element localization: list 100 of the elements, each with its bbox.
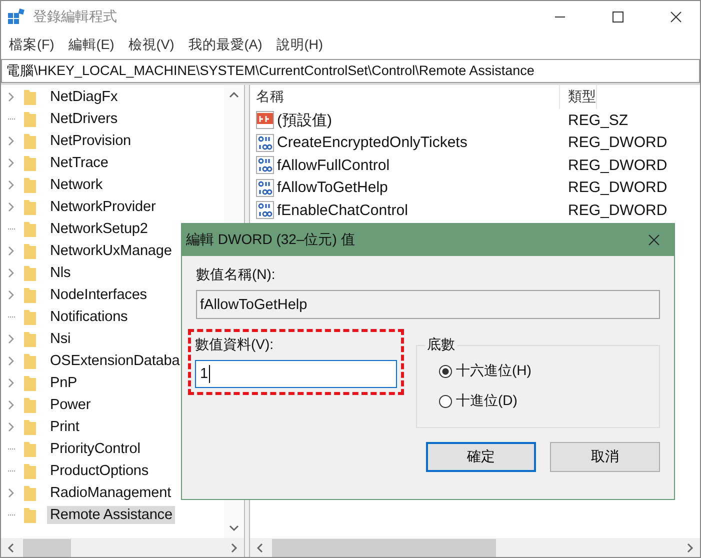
tree-item[interactable]: PriorityControl bbox=[47, 440, 144, 458]
chevron-icon[interactable] bbox=[7, 356, 15, 366]
folder-icon bbox=[23, 176, 37, 194]
tree-item[interactable]: OSExtensionDataba bbox=[47, 352, 183, 370]
radio-label[interactable]: 十進位(D) bbox=[456, 392, 518, 410]
scroll-left-icon[interactable] bbox=[7, 542, 15, 552]
chevron-icon[interactable] bbox=[7, 378, 15, 388]
folder-icon bbox=[23, 88, 37, 106]
value-name[interactable]: fEnableChatControl bbox=[277, 202, 408, 219]
tree-item[interactable]: Remote Assistance bbox=[47, 506, 176, 524]
folder-icon bbox=[23, 506, 37, 524]
chevron-icon[interactable] bbox=[7, 180, 15, 190]
folder-icon bbox=[23, 440, 37, 458]
tree-item[interactable]: NetTrace bbox=[47, 154, 112, 172]
field-label: 數值資料(V): bbox=[195, 336, 275, 354]
value-type: REG_DWORD bbox=[567, 202, 668, 219]
value-data-field[interactable]: 1 bbox=[195, 360, 397, 388]
folder-icon bbox=[23, 352, 37, 370]
horizontal-scrollbar[interactable] bbox=[1, 538, 244, 557]
address-bar[interactable]: 電腦\HKEY_LOCAL_MACHINE\SYSTEM\CurrentControlSet\Control\Remote Assistance bbox=[1, 59, 700, 83]
chevron-icon[interactable] bbox=[7, 334, 15, 344]
tree-item[interactable]: Notifications bbox=[47, 308, 131, 326]
folder-icon bbox=[23, 198, 37, 216]
tree-item[interactable]: PnP bbox=[47, 374, 80, 392]
tree-item[interactable]: Nsi bbox=[47, 330, 74, 348]
folder-icon bbox=[23, 154, 37, 172]
chevron-icon[interactable] bbox=[7, 246, 15, 256]
radio-option[interactable]: 十六進位(H) bbox=[439, 356, 659, 386]
tree-item[interactable]: NetworkSetup2 bbox=[47, 220, 151, 238]
folder-icon bbox=[23, 242, 37, 260]
chevron-icon[interactable] bbox=[7, 290, 15, 300]
folder-icon bbox=[23, 264, 37, 282]
value-name-field[interactable]: fAllowToGetHelp bbox=[196, 290, 660, 319]
radio-option[interactable]: 十進位(D) bbox=[439, 386, 659, 416]
menu-item[interactable]: 我的最愛(A) bbox=[188, 36, 262, 54]
chevron-icon[interactable] bbox=[7, 158, 15, 168]
chevron-icon[interactable] bbox=[7, 202, 15, 212]
scroll-left-icon[interactable] bbox=[256, 542, 264, 552]
folder-icon bbox=[23, 110, 37, 128]
tree-item[interactable]: NetworkUxManage bbox=[47, 242, 175, 260]
column-header[interactable]: 名稱 bbox=[250, 85, 560, 109]
folder-icon bbox=[23, 308, 37, 326]
menu-item[interactable]: 說明(H) bbox=[276, 36, 323, 54]
binary-value-icon bbox=[256, 134, 274, 152]
binary-value-icon bbox=[256, 178, 274, 197]
scroll-down-icon[interactable] bbox=[229, 524, 239, 532]
tree-item[interactable]: NetProvision bbox=[47, 132, 134, 150]
scroll-up-icon[interactable] bbox=[229, 91, 239, 99]
menu-item[interactable]: 檔案(F) bbox=[9, 36, 54, 54]
chevron-icon[interactable] bbox=[7, 422, 15, 432]
tree-item[interactable]: RadioManagement bbox=[47, 484, 174, 502]
tree-item[interactable]: NetworkProvider bbox=[47, 198, 159, 216]
tree-item[interactable]: Network bbox=[47, 176, 106, 194]
close-icon[interactable] bbox=[648, 234, 660, 246]
chevron-icon[interactable] bbox=[7, 92, 15, 102]
dialog-title: 編輯 DWORD (32–位元) 值 bbox=[186, 231, 355, 249]
radio-label[interactable]: 十六進位(H) bbox=[456, 362, 532, 380]
chevron-icon[interactable] bbox=[7, 268, 15, 278]
value-name[interactable]: CreateEncryptedOnlyTickets bbox=[277, 134, 468, 152]
tree-item[interactable]: NetDiagFx bbox=[47, 88, 121, 106]
value-name[interactable]: fAllowToGetHelp bbox=[277, 179, 388, 196]
string-value-icon bbox=[256, 111, 274, 130]
scroll-right-icon[interactable] bbox=[686, 542, 694, 552]
value-name[interactable]: fAllowFullControl bbox=[277, 156, 390, 174]
tree-item[interactable]: NetDrivers bbox=[47, 110, 120, 128]
folder-icon bbox=[23, 220, 37, 238]
tree-item[interactable]: Power bbox=[47, 396, 94, 414]
radio-button[interactable] bbox=[439, 364, 452, 378]
tree-item[interactable]: Nls bbox=[47, 264, 74, 282]
scroll-thumb[interactable] bbox=[23, 538, 71, 556]
value-type: REG_SZ bbox=[567, 112, 628, 129]
folder-icon bbox=[23, 286, 37, 304]
horizontal-scrollbar[interactable] bbox=[250, 538, 700, 557]
tree-item[interactable]: NodeInterfaces bbox=[47, 286, 150, 304]
folder-icon bbox=[23, 418, 37, 436]
ok-button[interactable]: 確定 bbox=[426, 442, 536, 472]
value-type: REG_DWORD bbox=[567, 179, 668, 196]
folder-icon bbox=[23, 330, 37, 348]
column-header[interactable]: 類型 bbox=[560, 85, 597, 109]
scroll-right-icon[interactable] bbox=[230, 542, 238, 552]
radio-button[interactable] bbox=[439, 394, 452, 408]
window-title: 登錄編輯程式 bbox=[33, 8, 117, 26]
folder-icon bbox=[23, 484, 37, 502]
binary-value-icon bbox=[256, 201, 274, 220]
value-name[interactable]: (預設值) bbox=[277, 110, 332, 130]
folder-icon bbox=[23, 132, 37, 150]
menu-item[interactable]: 檢視(V) bbox=[128, 36, 174, 54]
menu-item[interactable]: 編輯(E) bbox=[68, 36, 114, 54]
tree-item[interactable]: Print bbox=[47, 418, 82, 436]
maximize-icon[interactable] bbox=[612, 11, 624, 23]
scroll-thumb[interactable] bbox=[272, 538, 496, 556]
group-label: 底數 bbox=[425, 336, 457, 354]
folder-icon bbox=[23, 396, 37, 414]
chevron-icon[interactable] bbox=[7, 400, 15, 410]
close-icon[interactable] bbox=[670, 11, 682, 23]
chevron-icon[interactable] bbox=[7, 136, 15, 146]
tree-item[interactable]: ProductOptions bbox=[47, 462, 152, 480]
registry-icon bbox=[7, 8, 25, 26]
chevron-icon[interactable] bbox=[7, 488, 15, 498]
cancel-button[interactable]: 取消 bbox=[550, 442, 660, 472]
